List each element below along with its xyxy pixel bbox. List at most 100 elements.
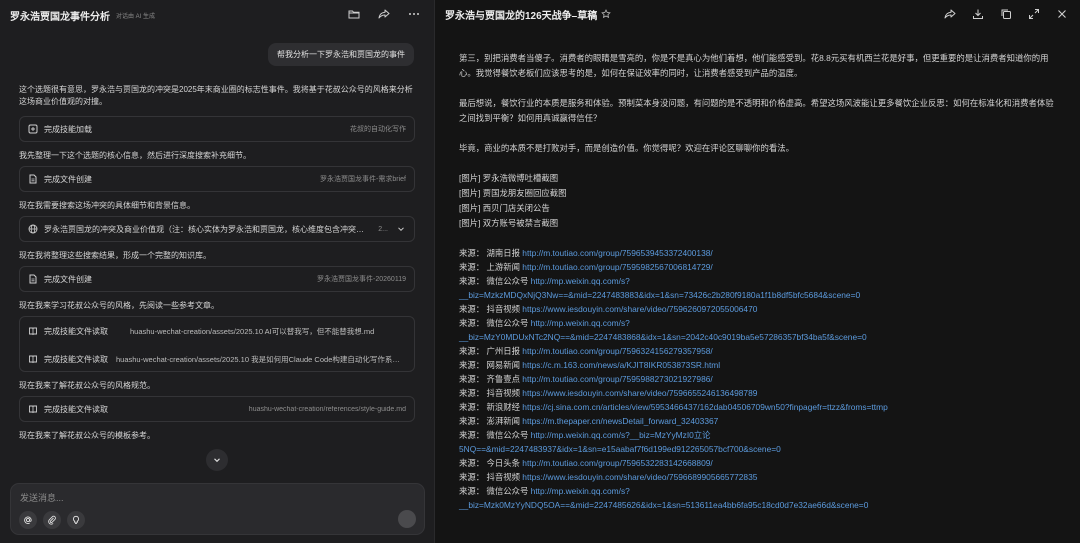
source-link[interactable]: http://m.toutiao.com/group/7596532283142… [522,458,712,468]
book-icon [28,354,38,364]
share-icon[interactable] [378,8,390,20]
source-label: 来源： 微信公众号 [459,276,531,286]
file-create-card[interactable]: 完成文件创建 罗永浩贾国龙事件-需求brief [19,166,415,192]
source-item: 来源： 抖音视频 https://www.iesdouyin.com/share… [459,386,1059,400]
star-icon[interactable] [601,9,612,19]
assistant-step: 我先整理一下这个选题的核心信息，然后进行深度搜索补充细节。 [19,151,251,160]
source-link[interactable]: __biz=MzkzMDQxNjQ3Nw==&mid=2247483883&id… [459,290,860,300]
document-paragraph: 第三，别把消费者当傻子。消费者的眼睛是雪亮的，你是不是真心为他们着想，他们能感受… [459,53,1049,78]
source-link[interactable]: http://m.toutiao.com/group/7595982567006… [522,262,712,272]
source-item: 来源： 微信公众号 http://mp.weixin.qq.com/s? [459,316,1059,330]
assistant-step: 现在我来了解花叔公众号的风格规范。 [19,381,155,390]
document-paragraph: 最后想说，餐饮行业的本质是服务和体验。预制菜本身没问题，有问题的是不透明和价格虚… [459,98,1054,123]
folder-icon[interactable] [348,8,360,20]
skill-file-read-card[interactable]: 完成技能文件读取 huashu-wechat-creation/referenc… [19,396,415,422]
source-item: 来源： 新浪财经 https://cj.sina.com.cn/articles… [459,400,1059,414]
ai-generated-note: 对话由 AI 生成 [116,13,156,20]
card-detail: 罗永浩贾国龙事件-20260119 [317,276,406,283]
source-link[interactable]: https://www.iesdouyin.com/share/video/75… [522,304,757,314]
card-detail: huashu-wechat-creation/assets/2025.10 我是… [116,354,406,364]
source-link[interactable]: 5NQ==&mid=2247483937&idx=1&sn=e15aabaf7f… [459,444,781,454]
source-link[interactable]: https://www.iesdouyin.com/share/video/75… [522,388,757,398]
skill-file-read-row[interactable]: 完成技能文件读取 huashu-wechat-creation/assets/2… [20,345,414,373]
assistant-step: 现在我将整理这些搜索结果，形成一个完整的知识库。 [19,251,211,260]
image-placeholder-list: [图片] 罗永浩微博吐槽截图 [图片] 贾国龙朋友圈回应截图 [图片] 西贝门店… [459,171,1059,231]
source-link[interactable]: https://www.iesdouyin.com/share/video/75… [522,472,757,482]
send-button[interactable] [398,510,416,528]
source-link[interactable]: http://mp.weixin.qq.com/s? [531,318,630,328]
source-item: 来源： 广州日报 http://m.toutiao.com/group/7596… [459,344,1059,358]
source-item: __biz=MzY0MDUxNTc2NQ==&mid=2247483868&id… [459,330,1059,344]
source-label: 来源： 微信公众号 [459,318,531,328]
source-list: 来源： 湖南日报 http://m.toutiao.com/group/7596… [459,246,1059,512]
source-item: 来源： 上游新闻 http://m.toutiao.com/group/7595… [459,260,1059,274]
mention-button[interactable] [19,511,37,529]
search-query: 罗永浩贾国龙的冲突及商业价值观（注：核心实体为罗永浩和贾国龙，核心维度包含冲突起… [44,224,368,234]
image-placeholder: [图片] 双方账号被禁言截图 [459,218,559,228]
source-label: 来源： 网易新闻 [459,360,523,370]
expand-icon[interactable] [1028,8,1040,20]
source-link[interactable]: http://m.toutiao.com/group/7596324156279… [522,346,712,356]
document-panel: 罗永浩与贾国龙的126天战争–草稿 第三，别把消费者当傻子。消费者的眼睛是雪亮的… [435,0,1080,543]
message-input[interactable] [20,491,400,505]
skill-file-read-group: 完成技能文件读取 huashu-wechat-creation/assets/2… [19,316,415,372]
source-item: 来源： 微信公众号 http://mp.weixin.qq.com/s?__bi… [459,428,1059,442]
document-title: 罗永浩与贾国龙的126天战争–草稿 [445,10,598,22]
source-link[interactable]: http://mp.weixin.qq.com/s? [531,486,630,496]
assistant-step: 现在我来了解花叔公众号的模板参考。 [19,431,155,440]
chevron-down-icon[interactable] [396,224,406,234]
scroll-to-bottom-button[interactable] [206,449,228,471]
source-link[interactable]: http://mp.weixin.qq.com/s? [531,276,630,286]
source-link[interactable]: http://mp.weixin.qq.com/s?__biz=MzYyMzI0… [531,430,711,440]
source-item: __biz=Mzk0MzYyNDQ5OA==&mid=2247485626&id… [459,498,1059,512]
at-icon [24,516,32,524]
source-item: 来源： 抖音视频 https://www.iesdouyin.com/share… [459,470,1059,484]
book-icon [28,326,38,336]
source-link[interactable]: __biz=Mzk0MzYyNDQ5OA==&mid=2247485626&id… [459,500,868,510]
assistant-step: 现在我来学习花叔公众号的风格，先阅读一些参考文章。 [19,301,219,310]
source-item: 来源： 湖南日报 http://m.toutiao.com/group/7596… [459,246,1059,260]
source-label: 来源： 微信公众号 [459,430,531,440]
globe-icon [28,224,38,234]
source-label: 来源： 新浪财经 [459,402,523,412]
skill-file-read-row[interactable]: 完成技能文件读取 huashu-wechat-creation/assets/2… [20,317,414,345]
source-link[interactable]: http://m.toutiao.com/group/7595988273021… [522,374,712,384]
source-link[interactable]: https://cj.sina.com.cn/articles/view/595… [522,402,887,412]
file-create-card[interactable]: 完成文件创建 罗永浩贾国龙事件-20260119 [19,266,415,292]
file-icon [28,174,38,184]
card-label: 完成技能文件读取 [44,404,108,414]
download-icon[interactable] [972,8,984,20]
source-link[interactable]: https://m.thepaper.cn/newsDetail_forward… [522,416,718,426]
search-count: 2... [378,225,388,233]
source-label: 来源： 澎湃新闻 [459,416,523,426]
source-link[interactable]: http://m.toutiao.com/group/7596539453372… [522,248,712,258]
card-detail: 花叔的自动化写作 [350,126,406,133]
document-body: 第三，别把消费者当傻子。消费者的眼睛是雪亮的，你是不是真心为他们着想，他们能感受… [459,51,1059,512]
card-detail: 罗永浩贾国龙事件-需求brief [320,176,406,183]
paperclip-icon [48,515,56,525]
share-icon[interactable] [944,8,956,20]
source-item: 来源： 齐鲁壹点 http://m.toutiao.com/group/7595… [459,372,1059,386]
source-label: 来源： 湖南日报 [459,248,523,258]
source-label: 来源： 抖音视频 [459,388,523,398]
copy-icon[interactable] [1000,8,1012,20]
conversation-title: 罗永浩贾国龙事件分析 [10,11,110,23]
source-item: 5NQ==&mid=2247483937&idx=1&sn=e15aabaf7f… [459,442,1059,456]
chat-header: 罗永浩贾国龙事件分析 对话由 AI 生成 [0,0,434,30]
card-label: 完成文件创建 [44,274,92,284]
source-label: 来源： 上游新闻 [459,262,523,272]
more-icon[interactable] [408,8,420,20]
card-detail: huashu-wechat-creation/assets/2025.10 AI… [130,326,375,336]
document-paragraph: 毕竟，商业的本质不是打败对手，而是创造价值。你觉得呢？欢迎在评论区聊聊你的看法。 [459,143,794,153]
source-item: 来源： 今日头条 http://m.toutiao.com/group/7596… [459,456,1059,470]
source-link[interactable]: https://c.m.163.com/news/a/KJIT8IKR05387… [522,360,720,370]
attach-button[interactable] [43,511,61,529]
idea-button[interactable] [67,511,85,529]
close-icon[interactable] [1056,8,1068,20]
message-composer [10,483,425,535]
chat-panel: 罗永浩贾国龙事件分析 对话由 AI 生成 帮我分析一下罗永浩和贾国龙的事件 这个… [0,0,434,543]
skill-load-card[interactable]: 完成技能加载 花叔的自动化写作 [19,116,415,142]
source-link[interactable]: __biz=MzY0MDUxNTc2NQ==&mid=2247483868&id… [459,332,867,342]
image-placeholder: [图片] 西贝门店关闭公告 [459,203,550,213]
web-search-card[interactable]: 罗永浩贾国龙的冲突及商业价值观（注：核心实体为罗永浩和贾国龙，核心维度包含冲突起… [19,216,415,242]
